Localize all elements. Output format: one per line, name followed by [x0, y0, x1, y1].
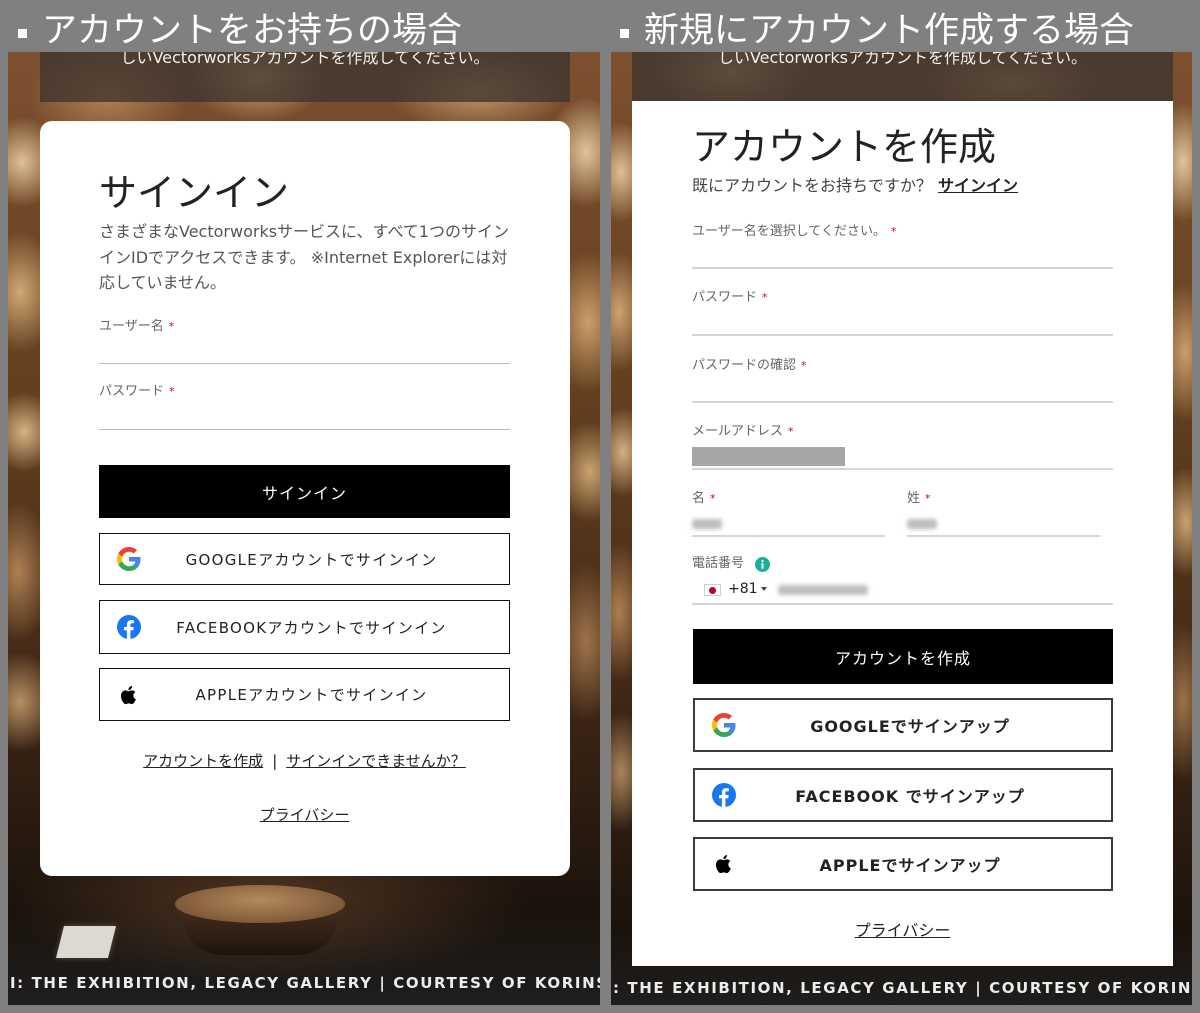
have-account-text: 既にアカウントをお持ちですか？ [692, 176, 933, 195]
signin-link[interactable]: サインイン [938, 176, 1018, 195]
signup-title: アカウントを作成 [692, 125, 997, 169]
photo-caption-left: I: THE EXHIBITION, LEGACY GALLERY | COUR… [10, 974, 600, 992]
last-name-label-text: 姓 [907, 491, 921, 506]
blurred-phone-number-value [778, 585, 868, 595]
redacted-email-value [692, 447, 845, 466]
banner-band-left: しいVectorworksアカウントを作成してください。 [40, 52, 570, 102]
chevron-down-icon [761, 587, 767, 591]
square-bullet-icon [18, 29, 27, 38]
facebook-signup-button[interactable]: FACEBOOK でサインアップ [693, 768, 1113, 822]
create-account-link[interactable]: アカウントを作成 [143, 752, 263, 770]
blurred-first-name-value [692, 519, 722, 529]
signup-username-label: ユーザー名を選択してください。 * [692, 223, 896, 241]
signin-links-row: アカウントを作成 | サインインできませんか？ [99, 751, 510, 771]
apple-icon [712, 852, 736, 876]
phone-country-code: +81 [728, 581, 758, 597]
signup-card: アカウントを作成 既にアカウントをお持ちですか？ サインイン ユーザー名を選択して… [632, 101, 1173, 966]
banner-band-right: しいVectorworksアカウントを作成してください。 [632, 52, 1173, 101]
google-signup-button[interactable]: GOOGLEでサインアップ [693, 698, 1113, 752]
facebook-icon [117, 615, 141, 639]
cant-sign-in-link[interactable]: サインインできませんか？ [286, 752, 466, 770]
required-mark: * [890, 225, 897, 238]
password-confirm-label-text: パスワードの確認 [692, 358, 797, 373]
signup-password-input[interactable] [692, 308, 1113, 336]
signin-button[interactable]: サインイン [99, 465, 510, 518]
banner-text: しいVectorworksアカウントを作成してください。 [717, 52, 1088, 67]
required-mark: * [169, 385, 175, 398]
apple-signup-button[interactable]: APPLEでサインアップ [693, 837, 1113, 891]
phone-field: +81 [692, 576, 1113, 605]
japan-flag-icon [704, 584, 721, 596]
password-label-text: パスワード [99, 384, 165, 399]
password-input[interactable] [99, 401, 510, 430]
password-confirm-input[interactable] [692, 375, 1113, 403]
photo-caption-right: : THE EXHIBITION, LEGACY GALLERY | COURT… [613, 979, 1192, 997]
google-icon [712, 713, 736, 737]
first-name-label-text: 名 [692, 491, 706, 506]
apple-signup-label: APPLEでサインアップ [819, 856, 1001, 875]
signup-username-input[interactable] [692, 241, 1113, 269]
square-bullet-icon [620, 29, 629, 38]
privacy-link[interactable]: プライバシー [855, 921, 951, 940]
required-mark: * [762, 291, 768, 304]
required-mark: * [788, 425, 794, 438]
password-confirm-label: パスワードの確認 * [692, 357, 807, 375]
signup-password-label-text: パスワード [692, 290, 758, 305]
facebook-signup-label: FACEBOOK でサインアップ [795, 787, 1025, 806]
heading-new-account: 新規にアカウント作成する場合 [620, 8, 1190, 54]
heading-new-account-text: 新規にアカウント作成する場合 [644, 11, 1135, 51]
required-mark: * [168, 320, 175, 333]
heading-existing-account-text: アカウントをお持ちの場合 [42, 11, 463, 51]
apple-signin-button[interactable]: APPLEアカウントでサインイン [99, 668, 510, 721]
have-account-prompt: 既にアカウントをお持ちですか？ サインイン [692, 176, 1018, 196]
exhibit-placard [56, 926, 116, 958]
privacy-link[interactable]: プライバシー [260, 806, 350, 824]
signin-description: さまざまなVectorworksサービスに、すべて1つのサインインIDでアクセス… [99, 222, 509, 292]
last-name-label: 姓 * [907, 490, 931, 508]
phone-label: 電話番号 [692, 556, 745, 571]
username-label: ユーザー名 * [99, 318, 174, 336]
create-account-button[interactable]: アカウントを作成 [693, 629, 1113, 684]
facebook-signin-label: FACEBOOKアカウントでサインイン [176, 618, 447, 637]
required-mark: * [801, 359, 807, 372]
facebook-icon [712, 783, 736, 807]
signin-title: サインイン [99, 171, 290, 215]
google-signup-label: GOOGLEでサインアップ [810, 717, 1010, 736]
google-signin-label: GOOGLEアカウントでサインイン [185, 550, 438, 569]
email-label: メールアドレス * [692, 423, 794, 441]
links-separator: | [272, 752, 278, 770]
blurred-last-name-value [907, 519, 937, 529]
username-label-text: ユーザー名 [99, 319, 164, 334]
signin-privacy-row: プライバシー [99, 805, 510, 825]
banner-text: しいVectorworksアカウントを作成してください。 [120, 52, 490, 67]
heading-existing-account: アカウントをお持ちの場合 [18, 8, 588, 54]
required-mark: * [925, 492, 931, 505]
signin-card: サインイン さまざまなVectorworksサービスに、すべて1つのサインインI… [40, 121, 570, 876]
signup-password-label: パスワード * [692, 289, 768, 307]
facebook-signin-button[interactable]: FACEBOOKアカウントでサインイン [99, 600, 510, 654]
apple-signin-label: APPLEアカウントでサインイン [195, 686, 428, 704]
signup-username-label-text: ユーザー名を選択してください。 [692, 224, 886, 239]
phone-country-select[interactable]: +81 [698, 576, 774, 603]
google-icon [117, 547, 141, 571]
apple-icon [117, 683, 141, 707]
first-name-label: 名 * [692, 490, 716, 508]
password-label: パスワード * [99, 383, 175, 401]
signup-privacy-row: プライバシー [632, 921, 1173, 941]
google-signin-button[interactable]: GOOGLEアカウントでサインイン [99, 533, 510, 585]
username-input[interactable] [99, 335, 510, 364]
exhibit-table-top [175, 885, 345, 923]
required-mark: * [710, 492, 716, 505]
info-icon[interactable] [755, 557, 770, 572]
email-label-text: メールアドレス [692, 424, 784, 439]
